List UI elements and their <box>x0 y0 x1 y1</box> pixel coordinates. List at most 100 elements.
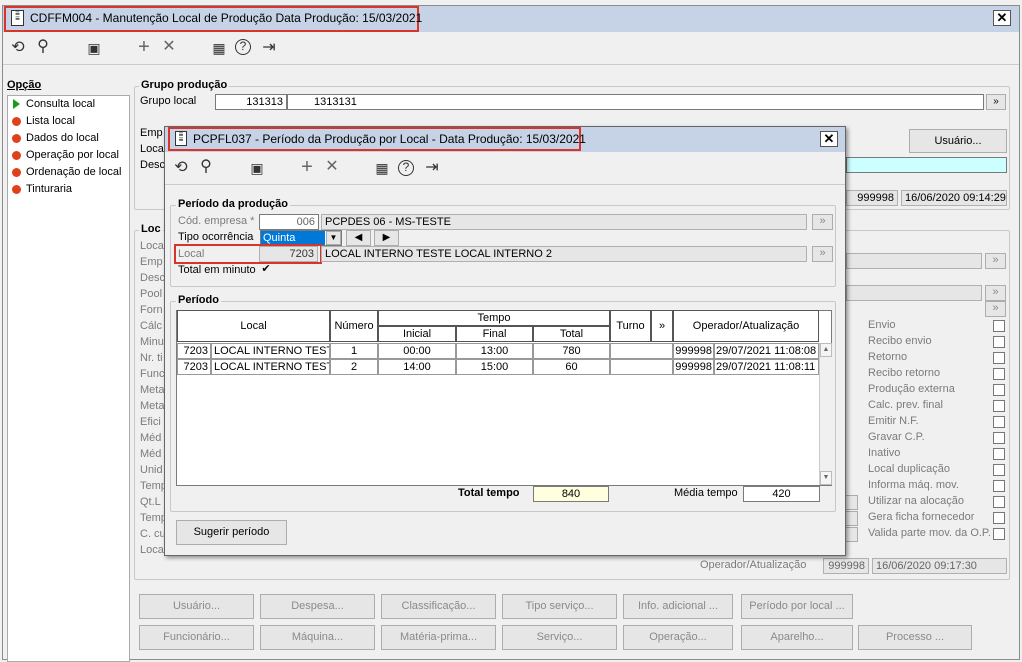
header-inicial[interactable]: Inicial <box>378 326 456 342</box>
check-informa-maq[interactable] <box>993 480 1005 492</box>
header-turno[interactable]: Turno <box>610 310 651 342</box>
option-dados-local[interactable]: Dados do local <box>12 132 99 144</box>
operacao-button[interactable]: Operação... <box>623 625 733 650</box>
table-row-2-data[interactable]: 29/07/2021 11:08:11 <box>714 359 819 375</box>
refresh-icon[interactable]: ⟲ <box>9 39 27 57</box>
header-expand-button[interactable]: » <box>651 310 673 342</box>
table-row-2-final[interactable]: 15:00 <box>456 359 533 375</box>
table-row-2-total[interactable]: 60 <box>533 359 610 375</box>
tipo-servico-button[interactable]: Tipo serviço... <box>502 594 617 619</box>
help-icon[interactable]: ? <box>398 160 414 176</box>
previous-day-button[interactable]: ◀ <box>346 230 371 246</box>
edge-button-1[interactable] <box>845 495 858 510</box>
header-total[interactable]: Total <box>533 326 610 342</box>
tipo-ocorrencia-dropdown[interactable]: ▼ <box>326 231 341 245</box>
check-recibo-retorno[interactable] <box>993 368 1005 380</box>
table-row-2-turno[interactable] <box>610 359 673 375</box>
table-row-1-total[interactable]: 780 <box>533 343 610 359</box>
check-local-duplicacao[interactable] <box>993 464 1005 476</box>
table-row-1-turno[interactable] <box>610 343 673 359</box>
local-search-button[interactable]: » <box>812 246 833 262</box>
edge-button-2[interactable] <box>845 511 858 526</box>
local-input[interactable]: 7203 <box>259 246 318 262</box>
scroll-down-icon[interactable]: ▼ <box>820 471 832 485</box>
calendar-icon[interactable]: ▦ <box>373 159 391 177</box>
description-cyan-field[interactable] <box>846 157 1007 173</box>
check-valida-parte[interactable] <box>993 528 1005 540</box>
add-icon[interactable]: + <box>298 157 316 177</box>
processo-button[interactable]: Processo ... <box>858 625 972 650</box>
classificacao-button[interactable]: Classificação... <box>381 594 496 619</box>
save-icon[interactable]: ▣ <box>85 39 103 57</box>
table-row-1-inicial[interactable]: 00:00 <box>378 343 456 359</box>
help-icon[interactable]: ? <box>235 39 251 55</box>
check-utilizar-alocacao[interactable] <box>993 496 1005 508</box>
empresa-search-button[interactable]: » <box>812 214 833 230</box>
search-icon[interactable]: ⚲ <box>197 158 215 176</box>
check-producao-externa[interactable] <box>993 384 1005 396</box>
maquina-button[interactable]: Máquina... <box>260 625 375 650</box>
calendar-icon[interactable]: ▦ <box>210 39 228 57</box>
grupo-local-name-input[interactable]: 1313131 <box>287 94 984 110</box>
option-tinturaria[interactable]: Tinturaria <box>12 183 72 195</box>
table-row-1-numero[interactable]: 1 <box>330 343 378 359</box>
table-row-2-code[interactable]: 7203 <box>177 359 211 375</box>
total-minuto-checkbox[interactable]: ✔ <box>260 264 272 276</box>
check-emitir-nf[interactable] <box>993 416 1005 428</box>
table-row-1-data[interactable]: 29/07/2021 11:08:08 <box>714 343 819 359</box>
check-retorno[interactable] <box>993 352 1005 364</box>
check-calc-prev[interactable] <box>993 400 1005 412</box>
search-icon[interactable]: ⚲ <box>34 38 52 56</box>
option-operacao-local[interactable]: Operação por local <box>12 149 119 161</box>
servico-button[interactable]: Serviço... <box>502 625 617 650</box>
next-day-button[interactable]: ▶ <box>374 230 399 246</box>
despesa-button[interactable]: Despesa... <box>260 594 375 619</box>
table-row-1-code[interactable]: 7203 <box>177 343 211 359</box>
grid-scrollbar[interactable] <box>819 343 832 485</box>
periodo-por-local-button[interactable]: Período por local ... <box>741 594 853 619</box>
table-row-1-local[interactable]: LOCAL INTERNO TESTE <box>211 343 330 359</box>
check-envio[interactable] <box>993 320 1005 332</box>
delete-icon[interactable]: ✕ <box>160 38 178 56</box>
usuario-button[interactable]: Usuário... <box>139 594 254 619</box>
table-row-2-inicial[interactable]: 14:00 <box>378 359 456 375</box>
local-right-search-2[interactable]: » <box>985 285 1006 301</box>
check-recibo-envio[interactable] <box>993 336 1005 348</box>
header-operador[interactable]: Operador/Atualização <box>673 310 819 342</box>
info-adicional-button[interactable]: Info. adicional ... <box>623 594 733 619</box>
cod-empresa-input[interactable]: 006 <box>259 214 319 230</box>
grupo-local-code-input[interactable]: 131313 <box>215 94 287 110</box>
header-local[interactable]: Local <box>177 310 330 342</box>
header-final[interactable]: Final <box>456 326 533 342</box>
dialog-close-button[interactable]: ✕ <box>820 131 838 147</box>
check-gravar-cp[interactable] <box>993 432 1005 444</box>
table-row-1-operador[interactable]: 999998 <box>673 343 714 359</box>
option-consulta-local[interactable]: Consulta local <box>12 98 95 110</box>
delete-icon[interactable]: ✕ <box>323 158 341 176</box>
check-inativo[interactable] <box>993 448 1005 460</box>
exit-icon[interactable]: ⇥ <box>423 159 441 177</box>
main-close-button[interactable]: ✕ <box>993 10 1011 26</box>
header-numero[interactable]: Número <box>330 310 378 342</box>
table-row-2-operador[interactable]: 999998 <box>673 359 714 375</box>
materia-prima-button[interactable]: Matéria-prima... <box>381 625 496 650</box>
option-lista-local[interactable]: Lista local <box>12 115 75 127</box>
exit-icon[interactable]: ⇥ <box>260 39 278 57</box>
add-icon[interactable]: + <box>135 37 153 57</box>
refresh-icon[interactable]: ⟲ <box>172 159 190 177</box>
table-row-2-local[interactable]: LOCAL INTERNO TESTE <box>211 359 330 375</box>
aparelho-button[interactable]: Aparelho... <box>741 625 853 650</box>
save-icon[interactable]: ▣ <box>248 159 266 177</box>
table-row-2-numero[interactable]: 2 <box>330 359 378 375</box>
usuario-top-button[interactable]: Usuário... <box>909 129 1007 153</box>
grupo-local-search-button[interactable]: » <box>986 94 1006 110</box>
local-right-search-1[interactable]: » <box>985 253 1006 269</box>
table-row-1-final[interactable]: 13:00 <box>456 343 533 359</box>
local-right-search-3[interactable]: » <box>985 301 1006 317</box>
option-ordenacao-local[interactable]: Ordenação de local <box>12 166 121 178</box>
edge-button-3[interactable] <box>845 527 858 542</box>
sugerir-periodo-button[interactable]: Sugerir período <box>176 520 287 545</box>
scroll-up-icon[interactable]: ▲ <box>820 343 832 357</box>
funcionario-button[interactable]: Funcionário... <box>139 625 254 650</box>
check-gera-ficha[interactable] <box>993 512 1005 524</box>
